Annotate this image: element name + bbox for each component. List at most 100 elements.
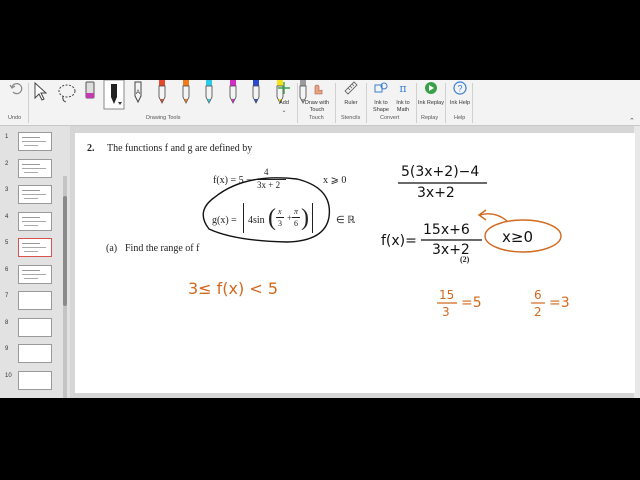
undo-icon: [9, 83, 23, 95]
lasso-select-icon[interactable]: [56, 82, 78, 104]
cyan-pen-icon[interactable]: [202, 80, 216, 106]
group-separator: [472, 83, 473, 123]
slide-thumbnail-9[interactable]: 9: [0, 344, 70, 366]
ink-arrow: [479, 213, 508, 222]
slide-preview[interactable]: [18, 291, 52, 310]
ink-circle-g: [202, 177, 331, 243]
group-separator: [335, 83, 336, 123]
ink-to-math-label: Ink to Math: [396, 100, 410, 113]
ink-fx-numerator: 15x+6: [423, 222, 470, 238]
slide-number: 5: [5, 240, 9, 246]
slide-number: 6: [5, 266, 9, 273]
pencil-tool-icon[interactable]: A: [131, 80, 145, 106]
slide-number: 7: [5, 293, 9, 299]
slide-preview[interactable]: [18, 158, 52, 178]
ink-help-label: Ink Help: [449, 100, 471, 106]
group-separator: [28, 83, 29, 123]
ink-ratio1-numerator: 15: [439, 288, 454, 302]
ink-range-answer: 3≤ f(x) < 5: [188, 279, 278, 298]
draw-with-touch-button[interactable]: Draw with Touch: [302, 80, 332, 113]
ink-ratio2-result: =3: [549, 295, 570, 311]
selected-black-pen[interactable]: [103, 80, 125, 110]
convert-group-label: Convert: [380, 115, 400, 121]
slide-preview[interactable]: [18, 238, 52, 257]
ink-replay-label: Ink Replay: [418, 100, 444, 106]
slide-number: 2: [5, 160, 9, 167]
help-icon: ?: [453, 81, 467, 95]
draw-ribbon: Undo A Add ⌄ Drawing Tools Draw with Tou…: [0, 80, 640, 126]
slide-thumbnail-6[interactable]: 6: [0, 264, 70, 287]
drawing-tools-group-label: Drawing Tools: [146, 115, 181, 121]
help-group-label: Help: [454, 115, 466, 121]
group-separator: [366, 83, 367, 123]
replay-icon: [425, 82, 437, 94]
ink-ratio2-numerator: 6: [534, 288, 542, 302]
slide-number: 3: [5, 187, 9, 193]
plus-icon: [278, 82, 290, 94]
slide-thumbnail-10[interactable]: 10: [0, 370, 70, 393]
ink-work-numerator: 5(3x+2)−4: [401, 164, 479, 180]
slide-thumbnail-pane: 1 2 3 4 5 6 7 8 9 10: [0, 126, 70, 398]
ruler-icon: [344, 81, 358, 95]
collapse-ribbon-icon[interactable]: ⌃: [629, 117, 635, 125]
slide-thumbnail-1[interactable]: 1: [0, 132, 70, 154]
thumbnail-scrollbar-thumb[interactable]: [63, 196, 67, 306]
chevron-down-icon: ⌄: [281, 107, 287, 114]
ink-fx-label: f(x)=: [381, 233, 417, 249]
slide-thumbnail-5[interactable]: 5: [0, 238, 70, 260]
slide-number: 1: [5, 134, 9, 140]
ink-to-math-icon: π: [399, 82, 406, 95]
slide-preview[interactable]: [18, 185, 52, 204]
undo-button[interactable]: [3, 80, 29, 100]
ink-ratio2-denominator: 2: [534, 305, 542, 319]
red-pen-icon[interactable]: [155, 80, 169, 106]
slide-number: 4: [5, 213, 9, 220]
ink-replay-button[interactable]: Ink Replay: [418, 80, 444, 107]
ink-ratio1-result: =5: [461, 295, 482, 311]
replay-group-label: Replay: [421, 115, 439, 121]
slide-number: 8: [5, 319, 9, 326]
svg-text:?: ?: [457, 84, 462, 94]
group-separator: [416, 83, 417, 123]
ink-domain-note: x≥0: [502, 228, 533, 246]
svg-text:π: π: [399, 82, 406, 95]
draw-with-touch-label: Draw with Touch: [304, 100, 330, 113]
ink-annotation-layer: 5(3x+2)−4 3x+2 f(x)= 15x+6 3x+2 x≥0 3≤ f…: [188, 164, 570, 319]
add-pen-button[interactable]: Add ⌄: [271, 80, 297, 114]
ruler-label: Ruler: [344, 100, 358, 106]
ink-to-math-button[interactable]: π Ink to Math: [390, 80, 416, 113]
slide-preview[interactable]: [18, 317, 52, 337]
stencils-group-label: Stencils: [341, 115, 361, 121]
ink-to-shape-icon: [374, 82, 388, 93]
slide-thumbnail-4[interactable]: 4: [0, 211, 70, 234]
slide-thumbnail-3[interactable]: 3: [0, 185, 70, 207]
ink-help-button[interactable]: ? Ink Help: [447, 80, 473, 107]
slide-preview[interactable]: [18, 344, 52, 363]
touch-group-label: Touch: [309, 115, 324, 121]
ink-ratio1-denominator: 3: [442, 305, 450, 319]
slide-canvas[interactable]: 2. The functions f and g are defined by …: [75, 133, 635, 393]
select-cursor-icon[interactable]: [33, 82, 47, 102]
slide-thumbnail-8[interactable]: 8: [0, 317, 70, 340]
orange-pen-icon[interactable]: [179, 80, 193, 106]
slide-preview[interactable]: [18, 132, 52, 151]
slide-preview[interactable]: [18, 264, 52, 284]
slide-thumbnail-7[interactable]: 7: [0, 291, 70, 313]
slide-thumbnail-2[interactable]: 2: [0, 158, 70, 181]
group-separator: [297, 83, 298, 123]
slide-preview[interactable]: [18, 211, 52, 231]
ruler-button[interactable]: Ruler: [338, 80, 364, 107]
slide-number: 10: [5, 372, 12, 379]
magenta-pen-icon[interactable]: [226, 80, 240, 106]
group-separator: [445, 83, 446, 123]
thumbnail-scrollbar[interactable]: [63, 176, 67, 398]
slide-preview[interactable]: [18, 370, 52, 390]
touch-draw-icon: [314, 84, 323, 95]
ink-work-denominator: 3x+2: [417, 185, 455, 201]
eraser-icon[interactable]: [84, 80, 96, 102]
svg-text:A: A: [136, 90, 140, 96]
ink-fx-denominator: 3x+2: [432, 242, 470, 258]
slide-number: 9: [5, 346, 9, 352]
blue-pen-icon[interactable]: [249, 80, 263, 106]
undo-group-label: Undo: [8, 115, 22, 121]
